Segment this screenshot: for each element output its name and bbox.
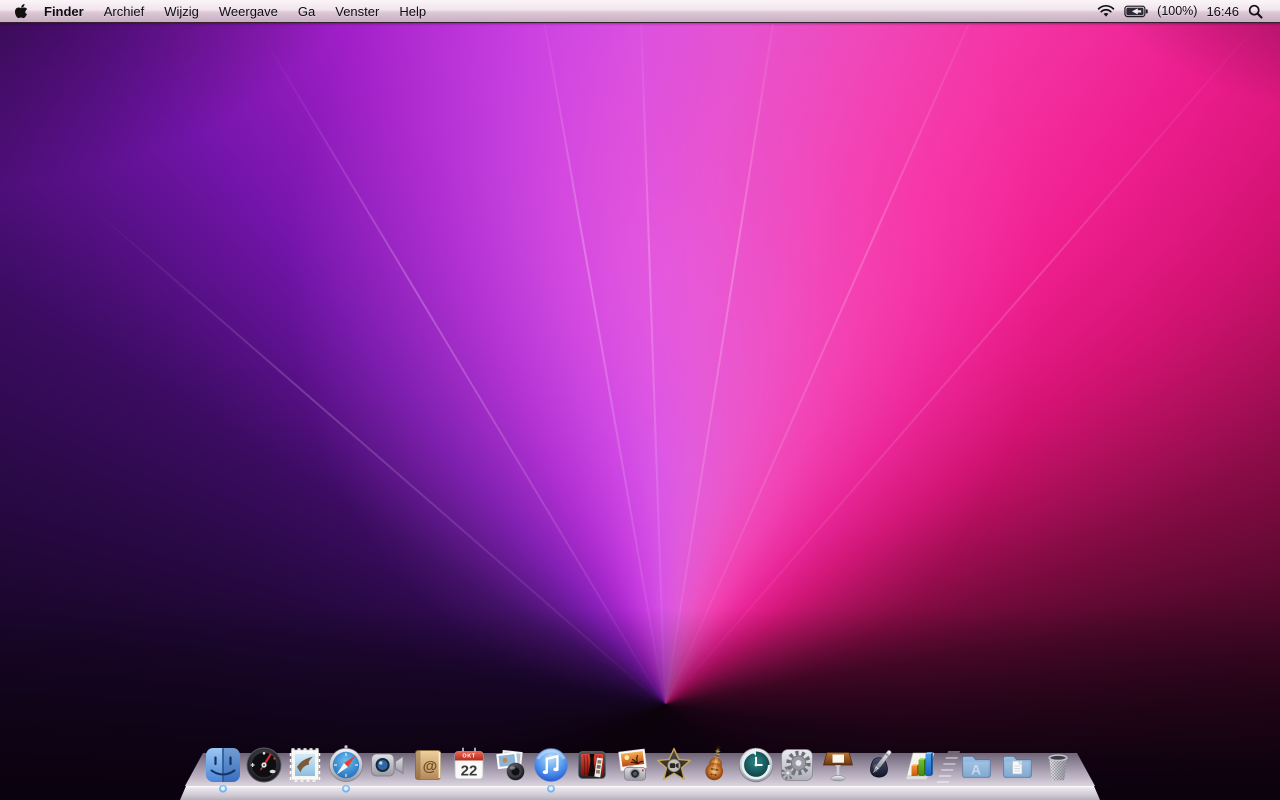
calendar-day-label: 22 bbox=[461, 763, 478, 780]
dock-item-numbers[interactable] bbox=[900, 745, 940, 785]
dock-item-safari[interactable] bbox=[326, 745, 366, 785]
battery-menu[interactable] bbox=[1124, 5, 1148, 18]
applications-letter-glyph: A bbox=[971, 762, 981, 778]
dock-item-mail[interactable] bbox=[285, 745, 325, 785]
wallpaper-ray bbox=[664, 0, 1000, 707]
menu-item-help[interactable]: Help bbox=[389, 1, 436, 22]
dock-item-photo-booth[interactable] bbox=[572, 745, 612, 785]
dock-shelf-front bbox=[180, 786, 1100, 800]
screen: Finder Archief Wijzig Weergave Ga Venste… bbox=[0, 0, 1280, 800]
menu-item-venster[interactable]: Venster bbox=[325, 1, 389, 22]
wifi-icon bbox=[1097, 5, 1115, 17]
aperture-icon bbox=[496, 749, 525, 781]
time-machine-icon bbox=[738, 747, 774, 783]
dock-item-ical[interactable]: OKT 22 bbox=[449, 745, 489, 785]
dock-icons: @ OKT 22 A bbox=[203, 745, 1078, 785]
dock-item-facetime[interactable] bbox=[367, 745, 407, 785]
finder-icon bbox=[206, 748, 240, 782]
dock-item-garageband[interactable] bbox=[695, 745, 735, 785]
mail-icon bbox=[289, 748, 321, 782]
spotlight-search-icon bbox=[1248, 4, 1263, 19]
imovie-icon bbox=[657, 747, 691, 780]
dock-item-keynote[interactable] bbox=[818, 745, 858, 785]
garageband-icon bbox=[705, 745, 724, 781]
menu-item-wijzig[interactable]: Wijzig bbox=[154, 1, 209, 22]
dock: @ OKT 22 A bbox=[0, 728, 1280, 800]
pages-icon bbox=[870, 750, 892, 778]
facetime-icon bbox=[371, 753, 404, 777]
dock-item-system-preferences[interactable] bbox=[777, 745, 817, 785]
dock-item-aperture[interactable] bbox=[490, 745, 530, 785]
calendar-month-label: OKT bbox=[462, 754, 475, 760]
address-book-icon: @ bbox=[415, 750, 441, 780]
dock-item-finder[interactable] bbox=[203, 745, 243, 785]
keynote-icon bbox=[823, 752, 853, 782]
system-preferences-icon bbox=[781, 749, 813, 781]
wallpaper-ray bbox=[664, 11, 1270, 707]
apple-logo-icon bbox=[15, 3, 28, 18]
spotlight-menu[interactable] bbox=[1248, 4, 1263, 19]
apple-menu[interactable] bbox=[15, 3, 28, 19]
menu-bar-status: (100%) 16:46 bbox=[1097, 4, 1280, 19]
iphoto-icon bbox=[618, 748, 648, 781]
dock-item-imovie[interactable] bbox=[654, 745, 694, 785]
applications-folder-icon: A bbox=[962, 756, 991, 778]
menu-item-weergave[interactable]: Weergave bbox=[209, 1, 288, 22]
documents-folder-icon bbox=[1003, 756, 1032, 778]
wallpaper-ray bbox=[90, 206, 666, 707]
menu-bar-clock[interactable]: 16:46 bbox=[1206, 4, 1239, 19]
dock-item-trash[interactable] bbox=[1038, 745, 1078, 785]
dock-item-iphoto[interactable] bbox=[613, 745, 653, 785]
menu-bar: Finder Archief Wijzig Weergave Ga Venste… bbox=[0, 0, 1280, 23]
wallpaper-ray bbox=[638, 0, 666, 707]
wifi-menu[interactable] bbox=[1097, 4, 1115, 18]
running-indicator-finder bbox=[219, 785, 227, 793]
dock-item-itunes[interactable] bbox=[531, 745, 571, 785]
dashboard-icon bbox=[246, 747, 282, 783]
itunes-icon bbox=[534, 748, 568, 782]
wallpaper-ray bbox=[664, 0, 784, 707]
running-indicator-safari bbox=[342, 785, 350, 793]
running-indicator-itunes bbox=[547, 785, 555, 793]
safari-icon bbox=[328, 745, 364, 783]
ical-icon: OKT 22 bbox=[454, 747, 484, 780]
menu-item-ga[interactable]: Ga bbox=[288, 1, 325, 22]
photo-booth-icon bbox=[578, 751, 606, 779]
battery-percentage: (100%) bbox=[1157, 4, 1198, 18]
dock-item-pages[interactable] bbox=[859, 745, 899, 785]
battery-icon bbox=[1124, 5, 1148, 17]
menu-item-finder[interactable]: Finder bbox=[34, 1, 94, 22]
dock-item-documents-folder[interactable] bbox=[997, 745, 1037, 785]
desktop-wallpaper bbox=[0, 0, 1280, 800]
dock-item-time-machine[interactable] bbox=[736, 745, 776, 785]
dock-item-dashboard[interactable] bbox=[244, 745, 284, 785]
menu-item-archief[interactable]: Archief bbox=[94, 1, 154, 22]
dock-item-address-book[interactable]: @ bbox=[408, 745, 448, 785]
numbers-icon bbox=[905, 752, 935, 780]
at-symbol-glyph: @ bbox=[423, 758, 438, 775]
dock-item-applications-folder[interactable]: A bbox=[956, 745, 996, 785]
trash-icon bbox=[1048, 754, 1068, 781]
